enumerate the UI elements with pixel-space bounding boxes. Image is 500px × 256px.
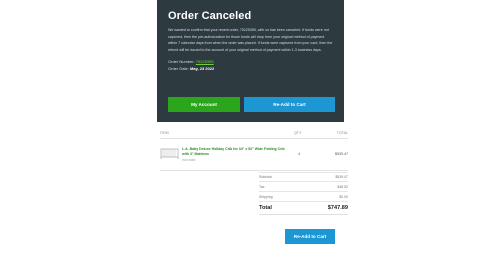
order-date-line: Order Date: May, 23 2022 [168, 65, 334, 72]
header-qty: QTY [294, 131, 302, 135]
product-name-link[interactable]: L.A. Baby Deluxe Holiday Crib for 34" x … [182, 147, 292, 157]
header-item: ITEM [160, 131, 169, 135]
shipping-label: Shipping [259, 194, 273, 199]
order-number-link[interactable]: 75225355 [196, 59, 214, 64]
product-qty: 4 [298, 152, 300, 156]
hero-actions: My Account Re-Add to Cart [168, 97, 335, 112]
crib-icon [160, 148, 179, 159]
table-row: L.A. Baby Deluxe Holiday Crib for 34" x … [160, 139, 348, 171]
bottom-readd-to-cart-button[interactable]: Re-Add to Cart [285, 229, 335, 244]
total-label: Total [259, 205, 272, 211]
shipping-line: Shipping $0.00 [259, 192, 348, 202]
readd-to-cart-button[interactable]: Re-Add to Cart [244, 97, 335, 112]
order-meta: Order Number: 75225355 Order Date: May, … [168, 58, 334, 72]
header-total: TOTAL [336, 131, 348, 135]
product-total: $539.47 [335, 152, 348, 156]
order-summary: Subtotal $539.47 Tax $48.52 Shipping $0.… [259, 172, 348, 215]
order-number-label: Order Number: [168, 59, 195, 65]
subtotal-line: Subtotal $539.47 [259, 172, 348, 182]
tax-line: Tax $48.52 [259, 182, 348, 192]
order-canceled-banner: Order Canceled We wanted to confirm that… [157, 0, 344, 122]
tax-label: Tax [259, 184, 265, 189]
my-account-button[interactable]: My Account [168, 97, 240, 112]
order-date-value: May, 23 2022 [190, 66, 215, 72]
items-header: ITEM QTY TOTAL [160, 131, 348, 139]
total-line: Total $747.89 [259, 202, 348, 215]
order-items-table: ITEM QTY TOTAL L.A. Baby Deluxe Holiday … [160, 131, 348, 171]
cancellation-message: We wanted to confirm that your recent or… [168, 28, 333, 52]
tax-value: $48.52 [337, 184, 348, 189]
subtotal-label: Subtotal [259, 175, 272, 179]
total-value: $747.89 [327, 205, 348, 211]
order-number-line: Order Number: 75225355 [168, 58, 334, 65]
order-date-label: Order Date: [168, 66, 189, 72]
shipping-value: $0.00 [339, 194, 348, 199]
crib-product-image[interactable] [160, 146, 179, 160]
page-title: Order Canceled [168, 10, 252, 22]
subtotal-value: $539.47 [335, 175, 348, 179]
product-sku: INS72080 [182, 158, 196, 162]
